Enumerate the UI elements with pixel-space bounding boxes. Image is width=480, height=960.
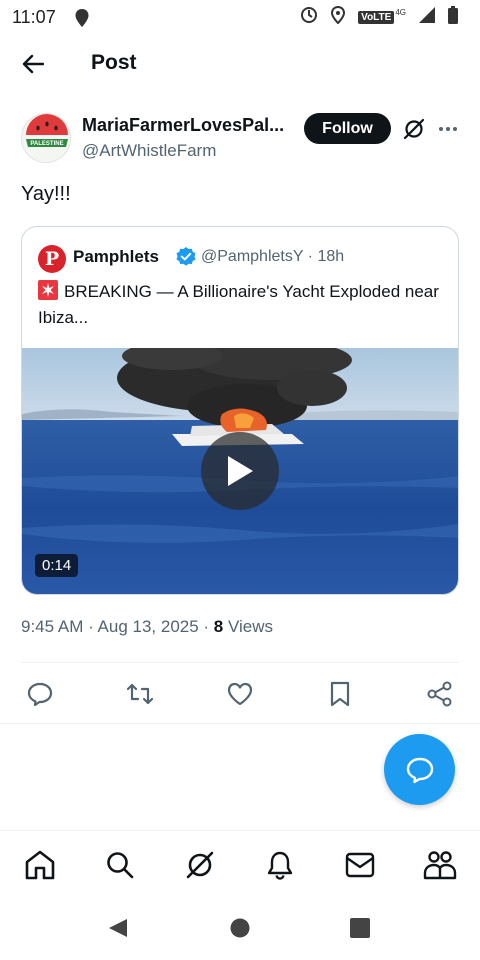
system-back-button[interactable]: [106, 916, 130, 940]
top-bar: Post: [0, 40, 480, 88]
bookmark-icon: [330, 681, 350, 707]
status-time: 11:07: [12, 7, 56, 27]
repost-button[interactable]: [122, 678, 158, 710]
network-badge: VoLTE 4G: [358, 8, 406, 24]
reply-fab-button[interactable]: [384, 734, 455, 805]
post-text: Yay!!!: [21, 183, 71, 205]
chat-bubble-icon: [406, 757, 433, 783]
messages-icon: [345, 852, 375, 878]
grok-icon: [186, 851, 214, 879]
share-button[interactable]: [422, 678, 458, 710]
recents-square-icon: [350, 918, 370, 938]
like-button[interactable]: [222, 678, 258, 710]
views-count[interactable]: 8: [214, 617, 223, 636]
communities-icon: [423, 851, 457, 880]
search-icon: [107, 852, 134, 879]
notification-icon: [74, 8, 90, 33]
more-options-button[interactable]: [436, 115, 460, 143]
system-recents-button[interactable]: [348, 916, 372, 940]
author-avatar[interactable]: PALESTINE: [21, 113, 71, 163]
verified-badge-icon: [176, 247, 196, 266]
play-icon: [228, 456, 253, 486]
post-timestamp: 9:45 AM · Aug 13, 2025: [21, 617, 199, 636]
system-home-button[interactable]: [228, 916, 252, 940]
avatar-text: PALESTINE: [30, 141, 63, 147]
bookmark-button[interactable]: [322, 678, 358, 710]
signal-icon: [418, 6, 436, 29]
bottom-nav: [0, 830, 480, 896]
nav-communities[interactable]: [420, 845, 460, 885]
battery-icon: [448, 6, 458, 29]
nav-search[interactable]: [100, 845, 140, 885]
sync-icon: [300, 6, 318, 29]
status-bar: 11:07 VoLTE 4G: [0, 0, 480, 34]
grok-button[interactable]: [400, 115, 428, 143]
repost-icon: [126, 683, 154, 705]
home-circle-icon: [230, 918, 250, 938]
author-handle[interactable]: @ArtWhistleFarm: [82, 141, 216, 161]
page-title: Post: [91, 51, 137, 74]
nav-messages[interactable]: [340, 845, 380, 885]
reply-button[interactable]: [22, 678, 58, 710]
quoted-avatar[interactable]: P: [38, 245, 66, 273]
share-icon: [427, 681, 452, 707]
quoted-text: BREAKING — A Billionaire's Yacht Explode…: [38, 279, 448, 331]
quoted-handle-time: @PamphletsY · 18h: [201, 248, 345, 265]
more-dots-icon: [439, 127, 457, 131]
arrow-left-icon: [22, 54, 44, 74]
location-icon: [330, 5, 346, 29]
video-player[interactable]: 0:14: [22, 348, 458, 594]
nav-home[interactable]: [20, 845, 60, 885]
play-button[interactable]: [201, 432, 279, 510]
video-duration: 0:14: [35, 554, 79, 577]
system-nav-bar: [0, 896, 480, 960]
divider: [0, 723, 480, 724]
back-triangle-icon: [109, 919, 127, 937]
back-button[interactable]: [18, 51, 48, 77]
nav-notifications[interactable]: [260, 845, 300, 885]
author-name[interactable]: MariaFarmerLovesPal...: [82, 115, 294, 136]
meta-separator: ·: [198, 617, 214, 636]
home-icon: [25, 850, 55, 880]
reply-icon: [27, 682, 53, 706]
like-icon: [227, 682, 253, 706]
quoted-post-card[interactable]: P Pamphlets @PamphletsY · 18h BREAKING —…: [21, 226, 459, 595]
siren-icon: [38, 280, 58, 300]
divider: [21, 662, 459, 663]
quoted-author-name[interactable]: Pamphlets: [73, 247, 159, 267]
views-label: Views: [223, 617, 274, 636]
quoted-text-body: BREAKING — A Billionaire's Yacht Explode…: [38, 282, 439, 327]
nav-grok[interactable]: [180, 845, 220, 885]
grok-icon: [403, 118, 425, 140]
notifications-icon: [267, 851, 293, 880]
follow-button[interactable]: Follow: [304, 113, 391, 144]
post-meta: 9:45 AM · Aug 13, 2025 · 8 Views: [21, 617, 273, 637]
watermelon-logo: PALESTINE: [22, 114, 70, 162]
